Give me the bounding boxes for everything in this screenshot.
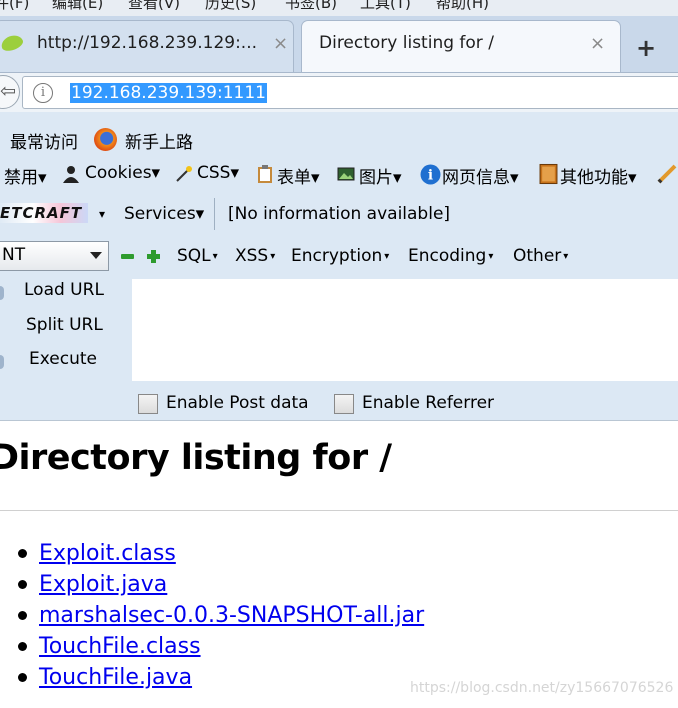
url-bar[interactable]: i 192.168.239.139:1111 xyxy=(22,76,678,109)
decrease-icon[interactable] xyxy=(121,254,134,259)
tab-directory-listing[interactable]: Directory listing for / × xyxy=(301,20,621,72)
clipboard-icon xyxy=(258,165,272,183)
menu-file[interactable]: 件(F) xyxy=(0,0,29,13)
wd-images-menu[interactable]: 图片▾ xyxy=(359,163,402,188)
file-link-exploit-class[interactable]: Exploit.class xyxy=(39,541,176,566)
magic-wand-icon xyxy=(176,166,192,182)
list-item: Exploit.class xyxy=(18,538,424,569)
firefox-icon xyxy=(94,128,117,151)
list-item: TouchFile.java xyxy=(18,662,424,693)
page-title: Directory listing for / xyxy=(0,438,392,478)
wd-css-menu[interactable]: CSS▾ xyxy=(197,163,239,183)
hackbar-sql-menu[interactable]: SQL ▾ xyxy=(177,246,218,266)
url-input[interactable]: 192.168.239.139:1111 xyxy=(70,83,267,103)
menu-edit[interactable]: 编辑(E) xyxy=(52,0,103,13)
pencil-icon xyxy=(657,164,677,184)
divider xyxy=(0,510,678,511)
hackbar: NT SQL ▾ XSS ▾ Encryption ▾ Encoding ▾ Other… xyxy=(0,234,678,421)
toolbar-separator xyxy=(214,198,215,230)
wd-disable-menu[interactable]: 禁用▾ xyxy=(4,163,47,188)
wd-misc-menu[interactable]: 其他功能▾ xyxy=(560,163,637,188)
netcraft-dropdown[interactable]: ▾ xyxy=(99,207,105,221)
menu-label: XSS xyxy=(235,246,269,266)
watermark: https://blog.csdn.net/zy15667076526 xyxy=(410,680,674,696)
hackbar-url-textarea[interactable] xyxy=(132,279,678,381)
image-icon xyxy=(337,167,355,181)
bookmark-getting-started[interactable]: 新手上路 xyxy=(125,128,193,153)
load-url-button[interactable]: Load URL xyxy=(24,280,104,300)
enable-referrer-label: Enable Referrer xyxy=(362,393,495,413)
hackbar-xss-menu[interactable]: XSS ▾ xyxy=(235,246,275,266)
execute-button[interactable]: Execute xyxy=(29,349,97,369)
bookmark-most-visited[interactable]: 最常访问 xyxy=(10,128,78,153)
menu-label: SQL xyxy=(177,246,211,266)
file-link-marshalsec-jar[interactable]: marshalsec-0.0.3-SNAPSHOT-all.jar xyxy=(39,603,424,628)
load-url-icon xyxy=(0,286,4,300)
list-item: Exploit.java xyxy=(18,569,424,600)
page-content: Directory listing for / Exploit.class Ex… xyxy=(0,422,678,708)
hackbar-encryption-menu[interactable]: Encryption ▾ xyxy=(291,246,389,266)
enable-post-checkbox[interactable] xyxy=(138,394,158,414)
wd-cookies-menu[interactable]: Cookies▾ xyxy=(85,163,160,183)
back-arrow-icon: ⇦ xyxy=(0,80,16,102)
execute-icon xyxy=(0,355,4,369)
close-tab-icon[interactable]: × xyxy=(590,33,605,54)
wd-page-info-menu[interactable]: 网页信息▾ xyxy=(442,163,519,188)
hackbar-encoding-menu[interactable]: Encoding ▾ xyxy=(408,246,493,266)
file-link-touchfile-java[interactable]: TouchFile.java xyxy=(39,665,192,690)
split-url-button[interactable]: Split URL xyxy=(26,315,103,335)
hackbar-select[interactable]: NT xyxy=(0,241,109,271)
tab-title: Directory listing for / xyxy=(319,33,494,53)
book-icon xyxy=(539,163,558,185)
list-item: TouchFile.class xyxy=(18,631,424,662)
leaf-favicon-icon xyxy=(0,32,25,54)
menu-tools[interactable]: 工具(T) xyxy=(360,0,411,13)
increase-icon[interactable] xyxy=(147,250,160,263)
menu-history[interactable]: 历史(S) xyxy=(205,0,256,13)
file-link-exploit-java[interactable]: Exploit.java xyxy=(39,572,167,597)
enable-referrer-checkbox[interactable] xyxy=(334,394,354,414)
navigation-bar: i 192.168.239.139:1111 ⇦ xyxy=(0,72,678,112)
netcraft-site-info: [No information available] xyxy=(228,204,451,224)
file-list: Exploit.class Exploit.java marshalsec-0.… xyxy=(18,538,424,693)
netcraft-logo[interactable]: ETCRAFT xyxy=(0,203,89,223)
enable-post-label: Enable Post data xyxy=(166,393,309,413)
menu-view[interactable]: 查看(V) xyxy=(128,0,180,13)
tab-title: http://192.168.239.129:... xyxy=(37,33,258,53)
menu-help[interactable]: 帮助(H) xyxy=(436,0,489,13)
hackbar-select-value: NT xyxy=(2,245,26,265)
chevron-down-icon xyxy=(90,252,102,259)
menu-bar: 件(F) 编辑(E) 查看(V) 历史(S) 书签(B) 工具(T) 帮助(H) xyxy=(0,0,678,16)
file-link-touchfile-class[interactable]: TouchFile.class xyxy=(39,634,201,659)
menu-label: Encryption xyxy=(291,246,383,266)
menu-label: Encoding xyxy=(408,246,487,266)
information-icon: i xyxy=(420,164,441,185)
netcraft-toolbar: ETCRAFT ▾ Services▾ [No information avai… xyxy=(0,194,678,234)
tab-ip-129[interactable]: http://192.168.239.129:... × xyxy=(0,20,294,72)
hackbar-other-menu[interactable]: Other ▾ xyxy=(513,246,568,266)
menu-label: Other xyxy=(513,246,562,266)
tab-strip: http://192.168.239.129:... × Directory l… xyxy=(0,16,678,74)
web-developer-toolbar: 禁用▾ Cookies▾ CSS▾ 表单▾ 图片▾ i 网页信息▾ 其他功能▾ xyxy=(0,158,678,194)
wd-forms-menu[interactable]: 表单▾ xyxy=(277,163,320,188)
bookmarks-bar: 最常访问 新手上路 xyxy=(0,112,678,158)
netcraft-services-menu[interactable]: Services▾ xyxy=(124,204,204,224)
new-tab-button[interactable]: + xyxy=(636,34,656,62)
cookie-person-icon xyxy=(63,166,79,183)
close-tab-icon[interactable]: × xyxy=(273,33,288,54)
list-item: marshalsec-0.0.3-SNAPSHOT-all.jar xyxy=(18,600,424,631)
menu-bookmarks[interactable]: 书签(B) xyxy=(285,0,337,13)
info-icon[interactable]: i xyxy=(33,83,53,103)
back-button[interactable]: ⇦ xyxy=(0,75,20,109)
svg-text:i: i xyxy=(428,168,433,184)
